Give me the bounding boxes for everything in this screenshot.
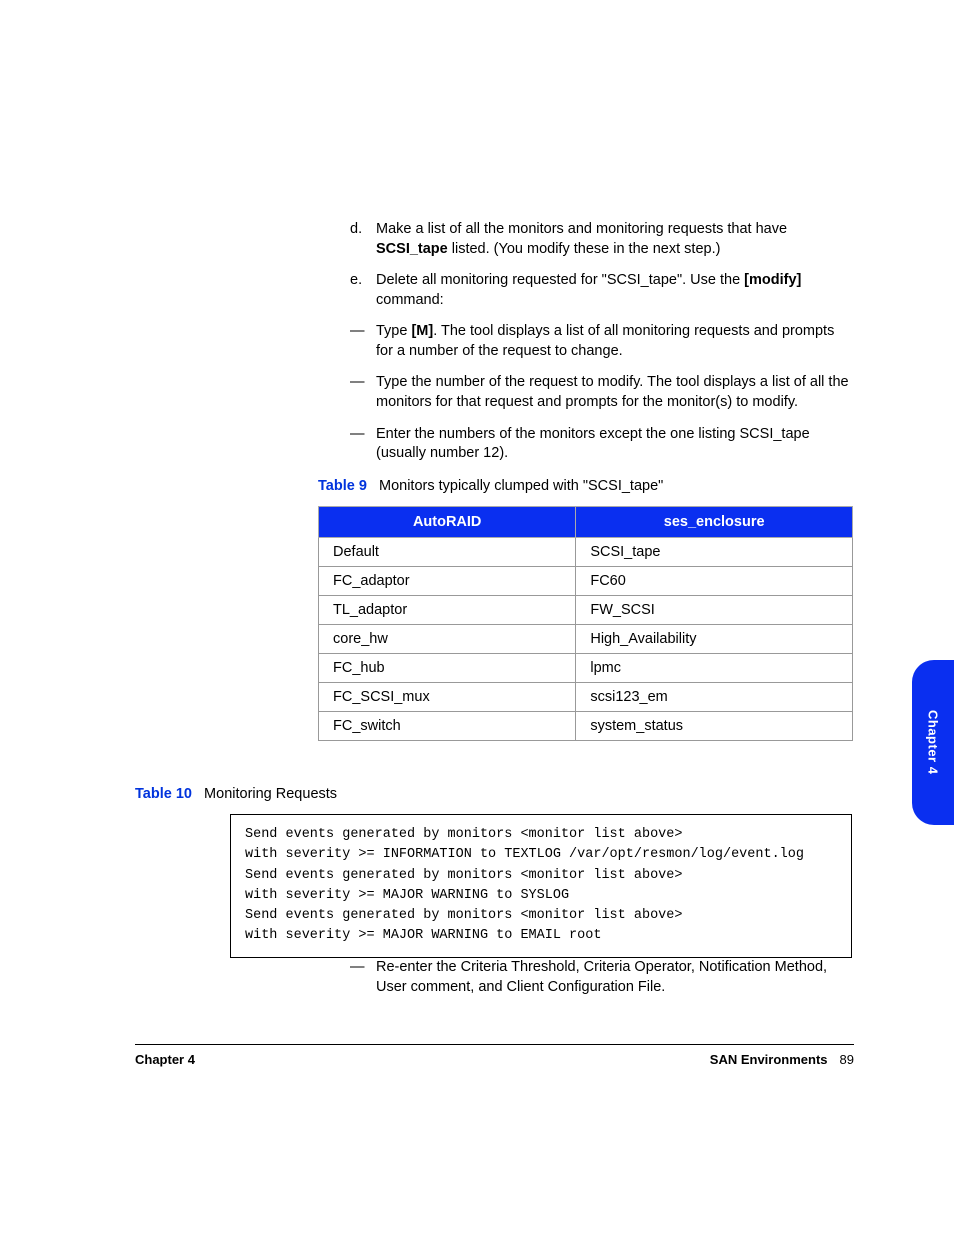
- text: Enter the numbers of the monitors except…: [376, 425, 850, 464]
- page-number: 89: [840, 1052, 854, 1067]
- table-row: core_hwHigh_Availability: [319, 625, 853, 654]
- footer: Chapter 4 SAN Environments 89: [135, 1052, 854, 1067]
- dash-2: — Type the number of the request to modi…: [350, 373, 850, 412]
- code-block: Send events generated by monitors <monit…: [230, 814, 852, 958]
- footer-rule: [135, 1044, 854, 1045]
- table10-caption: Table 10 Monitoring Requests: [135, 786, 337, 802]
- text: Type the number of the request to modify…: [376, 373, 850, 412]
- bold: SCSI_tape: [376, 241, 448, 257]
- text: Delete all monitoring requested for "SCS…: [376, 271, 850, 310]
- marker: —: [350, 322, 376, 361]
- table-row: FC_adaptorFC60: [319, 567, 853, 596]
- th-autoraid: AutoRAID: [319, 507, 576, 538]
- marker: e.: [350, 271, 376, 310]
- footer-right-wrap: SAN Environments 89: [710, 1052, 854, 1067]
- after-code-step: — Re-enter the Criteria Threshold, Crite…: [350, 958, 850, 1009]
- body-steps: d. Make a list of all the monitors and m…: [350, 220, 850, 476]
- footer-left: Chapter 4: [135, 1052, 195, 1067]
- post: . The tool displays a list of all monito…: [376, 323, 834, 359]
- text: Re-enter the Criteria Threshold, Criteri…: [376, 958, 850, 997]
- th-ses-enclosure: ses_enclosure: [576, 507, 853, 538]
- table10-label: Table 10: [135, 786, 192, 802]
- post: command:: [376, 292, 444, 308]
- text: Type [M]. The tool displays a list of al…: [376, 322, 850, 361]
- dash-after: — Re-enter the Criteria Threshold, Crite…: [350, 958, 850, 997]
- cell: lpmc: [576, 654, 853, 683]
- cell: Default: [319, 538, 576, 567]
- table-row: FC_switchsystem_status: [319, 712, 853, 741]
- table9: AutoRAID ses_enclosure DefaultSCSI_tape …: [318, 506, 853, 741]
- chapter-side-tab: Chapter 4: [912, 660, 954, 825]
- dash-1: — Type [M]. The tool displays a list of …: [350, 322, 850, 361]
- table9-label: Table 9: [318, 478, 367, 494]
- pre: Make a list of all the monitors and moni…: [376, 221, 787, 237]
- cell: scsi123_em: [576, 683, 853, 712]
- table9-caption-text: Monitors typically clumped with "SCSI_ta…: [379, 478, 663, 494]
- cell: High_Availability: [576, 625, 853, 654]
- page: d. Make a list of all the monitors and m…: [0, 0, 954, 1235]
- cell: FC_hub: [319, 654, 576, 683]
- marker: —: [350, 373, 376, 412]
- pre: Type: [376, 323, 411, 339]
- step-e: e. Delete all monitoring requested for "…: [350, 271, 850, 310]
- cell: FW_SCSI: [576, 596, 853, 625]
- table-row: FC_SCSI_muxscsi123_em: [319, 683, 853, 712]
- cell: SCSI_tape: [576, 538, 853, 567]
- table-row: FC_hublpmc: [319, 654, 853, 683]
- side-tab-label: Chapter 4: [926, 710, 941, 774]
- cell: system_status: [576, 712, 853, 741]
- bold: [modify]: [744, 272, 801, 288]
- cell: FC_adaptor: [319, 567, 576, 596]
- table-row: DefaultSCSI_tape: [319, 538, 853, 567]
- table10-caption-text: Monitoring Requests: [204, 786, 337, 802]
- text: Make a list of all the monitors and moni…: [376, 220, 850, 259]
- step-d: d. Make a list of all the monitors and m…: [350, 220, 850, 259]
- cell: FC_SCSI_mux: [319, 683, 576, 712]
- table-header-row: AutoRAID ses_enclosure: [319, 507, 853, 538]
- table9-caption: Table 9 Monitors typically clumped with …: [318, 478, 663, 494]
- marker: —: [350, 425, 376, 464]
- marker: —: [350, 958, 376, 997]
- pre: Delete all monitoring requested for "SCS…: [376, 272, 744, 288]
- cell: TL_adaptor: [319, 596, 576, 625]
- footer-right: SAN Environments: [710, 1052, 828, 1067]
- cell: FC60: [576, 567, 853, 596]
- marker: d.: [350, 220, 376, 259]
- post: listed. (You modify these in the next st…: [448, 241, 721, 257]
- bold: [M]: [411, 323, 433, 339]
- cell: FC_switch: [319, 712, 576, 741]
- dash-3: — Enter the numbers of the monitors exce…: [350, 425, 850, 464]
- table-row: TL_adaptorFW_SCSI: [319, 596, 853, 625]
- cell: core_hw: [319, 625, 576, 654]
